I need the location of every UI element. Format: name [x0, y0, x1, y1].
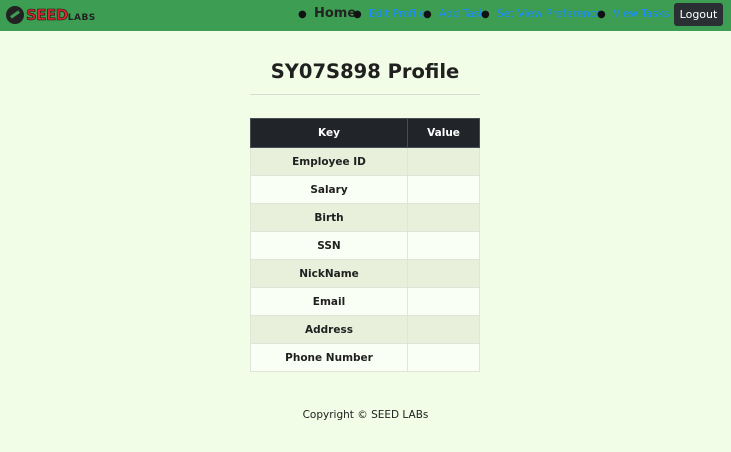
nav-home[interactable]: ● Home	[298, 0, 356, 31]
nav-view-tasks[interactable]: ● View Tasks	[597, 0, 669, 31]
table-row: Address	[250, 315, 480, 344]
bullet-icon: ●	[353, 9, 362, 20]
footer-copyright: Copyright © SEED LABs	[302, 409, 429, 421]
row-key: Address	[250, 315, 408, 344]
seed-logo-icon	[6, 6, 24, 24]
nav-add-task-link[interactable]: Add Task	[439, 8, 485, 20]
bullet-icon: ●	[481, 9, 490, 20]
row-value	[407, 343, 480, 372]
nav-add-task[interactable]: ● Add Task	[423, 0, 485, 31]
table-row: Birth	[250, 203, 480, 232]
title-divider	[250, 94, 480, 95]
row-value	[407, 287, 480, 316]
bullet-icon: ●	[423, 9, 432, 20]
row-value	[407, 147, 480, 176]
header-value: Value	[407, 118, 480, 148]
row-value	[407, 315, 480, 344]
logo-text: SEEDLABS	[26, 6, 96, 25]
row-key: Phone Number	[250, 343, 408, 372]
nav-home-link[interactable]: Home	[314, 6, 356, 21]
row-key: Email	[250, 287, 408, 316]
nav-set-view-preference-link[interactable]: Set View Preference	[497, 8, 602, 20]
row-value	[407, 231, 480, 260]
nav-set-view-preference[interactable]: ● Set View Preference	[481, 0, 602, 31]
table-row: Salary	[250, 175, 480, 204]
row-value	[407, 203, 480, 232]
row-key: SSN	[250, 231, 408, 260]
logout-button[interactable]: Logout	[674, 3, 723, 26]
row-key: Salary	[250, 175, 408, 204]
table-row: Email	[250, 287, 480, 316]
navbar: SEEDLABS ● Home ● Edit Profile ● Add Tas…	[0, 0, 731, 31]
page-title: SY07S898 Profile	[270, 60, 460, 83]
row-key: Employee ID	[250, 147, 408, 176]
row-value	[407, 259, 480, 288]
seed-labs-logo[interactable]: SEEDLABS	[6, 5, 96, 25]
table-row: SSN	[250, 231, 480, 260]
header-key: Key	[250, 118, 408, 148]
profile-table: Key Value Employee ID Salary Birth SSN N…	[250, 118, 480, 372]
nav-edit-profile[interactable]: ● Edit Profile	[353, 0, 425, 31]
table-row: Employee ID	[250, 147, 480, 176]
nav-view-tasks-link[interactable]: View Tasks	[613, 8, 669, 20]
table-row: NickName	[250, 259, 480, 288]
table-header-row: Key Value	[250, 118, 480, 148]
row-key: Birth	[250, 203, 408, 232]
table-row: Phone Number	[250, 343, 480, 372]
bullet-icon: ●	[597, 9, 606, 20]
row-value	[407, 175, 480, 204]
nav-edit-profile-link[interactable]: Edit Profile	[369, 8, 425, 20]
row-key: NickName	[250, 259, 408, 288]
bullet-icon: ●	[298, 9, 307, 20]
